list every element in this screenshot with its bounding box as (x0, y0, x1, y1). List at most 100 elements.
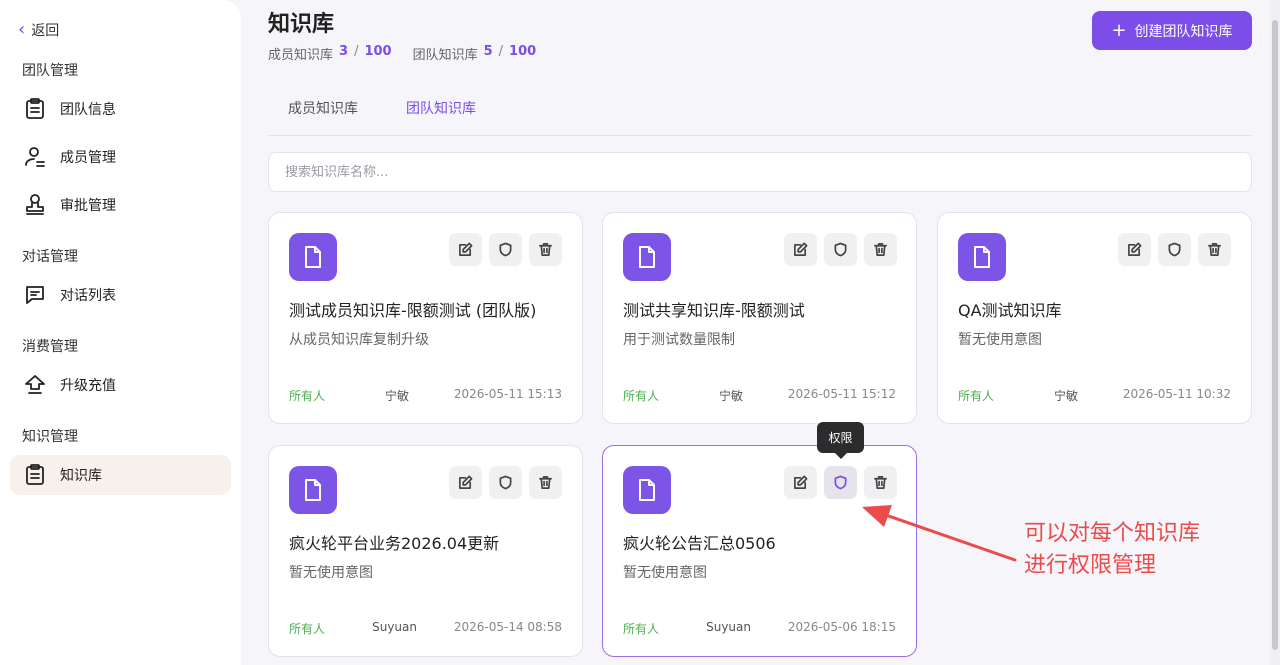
sidebar-item-chat-list[interactable]: 对话列表 (10, 275, 231, 315)
group-title-billing: 消费管理 (22, 339, 78, 355)
user-icon (22, 144, 48, 170)
tab-bar: 成员知识库 团队知识库 (268, 90, 1252, 136)
back-label: 返回 (31, 23, 60, 39)
group-title-team: 团队管理 (22, 63, 78, 79)
trash-icon (539, 476, 552, 489)
annotation-line-2: 进行权限管理 (1024, 553, 1157, 578)
document-icon (289, 233, 337, 281)
sidebar-item-label: 审批管理 (60, 198, 116, 214)
kb-description: 用于测试数量限制 (623, 332, 735, 348)
kb-creator: Suyuan (372, 620, 417, 634)
member-quota: 成员知识库 3 / 100 (268, 44, 395, 63)
edit-icon (459, 475, 473, 489)
kb-description: 从成员知识库复制升级 (289, 332, 429, 348)
annotation-text: 可以对每个知识库 进行权限管理 (1024, 518, 1200, 582)
kb-date: 2026-05-11 10:32 (1122, 387, 1231, 401)
sidebar-item-knowledge-base[interactable]: 知识库 (10, 455, 231, 495)
kb-creator: 宁敏 (1053, 389, 1078, 403)
permission-button[interactable] (489, 466, 522, 499)
permission-button[interactable] (824, 233, 857, 266)
document-icon (623, 466, 671, 514)
shield-icon (834, 475, 847, 490)
edit-button[interactable] (1118, 233, 1151, 266)
kb-description: 暂无使用意图 (958, 332, 1042, 348)
create-team-kb-button[interactable]: + 创建团队知识库 (1092, 11, 1252, 50)
kb-title: QA测试知识库 (958, 301, 1062, 320)
kb-creator: 宁敏 (718, 389, 743, 403)
sidebar-item-label: 知识库 (60, 468, 102, 484)
kb-card[interactable]: 疯火轮平台业务2026.04更新 暂无使用意图 所有人 Suyuan 2026-… (268, 445, 583, 657)
annotation-arrow-icon (862, 505, 1017, 562)
kb-date: 2026-05-06 18:15 (787, 620, 896, 634)
delete-button[interactable] (529, 233, 562, 266)
clipboard-icon (22, 96, 48, 122)
team-total: 100 (509, 44, 537, 59)
kb-date: 2026-05-11 15:12 (787, 387, 896, 401)
trash-icon (1208, 243, 1221, 256)
group-title-chat: 对话管理 (22, 249, 78, 265)
back-button[interactable]: ‹ 返回 (18, 20, 59, 40)
sidebar-item-label: 成员管理 (60, 150, 116, 166)
sidebar-item-team-info[interactable]: 团队信息 (10, 89, 231, 129)
scrollbar-thumb[interactable] (1272, 20, 1278, 650)
kb-date: 2026-05-11 15:13 (453, 387, 562, 401)
sidebar-item-label: 团队信息 (60, 102, 116, 118)
annotation-line-1: 可以对每个知识库 (1024, 521, 1201, 546)
plus-icon: + (1111, 19, 1127, 41)
kb-card[interactable]: QA测试知识库 暂无使用意图 所有人 宁敏 2026-05-11 10:32 (937, 212, 1252, 424)
kb-creator: 宁敏 (384, 389, 409, 403)
kb-description: 暂无使用意图 (623, 565, 707, 581)
quota-summary: 成员知识库 3 / 100 团队知识库 5 / 100 (268, 44, 557, 63)
sidebar-item-members[interactable]: 成员管理 (10, 137, 231, 177)
edit-icon (794, 242, 808, 256)
shield-icon (499, 475, 512, 490)
kb-title: 测试共享知识库-限额测试 (623, 301, 805, 320)
sidebar-item-label: 对话列表 (60, 288, 116, 304)
tab-member-kb[interactable]: 成员知识库 (288, 98, 358, 118)
upgrade-icon (22, 372, 48, 398)
member-quota-label: 成员知识库 (268, 48, 334, 63)
search-input[interactable] (268, 152, 1252, 192)
edit-button[interactable] (784, 233, 817, 266)
trash-icon (874, 476, 887, 489)
sidebar-item-approval[interactable]: 审批管理 (10, 185, 231, 225)
create-button-label: 创建团队知识库 (1134, 23, 1233, 40)
kb-creator: Suyuan (706, 620, 751, 634)
kb-date: 2026-05-14 08:58 (453, 620, 562, 634)
sidebar-item-upgrade[interactable]: 升级充值 (10, 365, 231, 405)
kb-title: 疯火轮公告汇总0506 (623, 534, 776, 553)
kb-card[interactable]: 测试成员知识库-限额测试 (团队版) 从成员知识库复制升级 所有人 宁敏 202… (268, 212, 583, 424)
member-total: 100 (364, 44, 392, 59)
kb-description: 暂无使用意图 (289, 565, 373, 581)
group-title-knowledge: 知识管理 (22, 429, 78, 445)
edit-icon (794, 475, 808, 489)
kb-card[interactable]: 测试共享知识库-限额测试 用于测试数量限制 所有人 宁敏 2026-05-11 … (602, 212, 917, 424)
document-icon (623, 233, 671, 281)
edit-button[interactable] (784, 466, 817, 499)
edit-button[interactable] (449, 466, 482, 499)
shield-icon (834, 242, 847, 257)
tab-team-kb[interactable]: 团队知识库 (406, 98, 476, 118)
delete-button[interactable] (1198, 233, 1231, 266)
team-used: 5 (483, 44, 493, 59)
permission-tooltip: 权限 (817, 422, 864, 459)
stamp-icon (22, 192, 48, 218)
clipboard-icon (22, 462, 48, 488)
shield-icon (1168, 242, 1181, 257)
delete-button[interactable] (864, 233, 897, 266)
permission-button[interactable] (1158, 233, 1191, 266)
shield-icon (499, 242, 512, 257)
permission-button[interactable] (489, 233, 522, 266)
edit-button[interactable] (449, 233, 482, 266)
quota-separator: / (354, 44, 359, 59)
document-icon (289, 466, 337, 514)
chevron-left-icon: ‹ (18, 19, 26, 40)
sidebar: ‹ 返回 团队管理 团队信息 成员管理 审批管理 对话管理 对话列表 消费管理 … (0, 0, 241, 665)
sidebar-item-label: 升级充值 (60, 378, 116, 394)
edit-icon (1128, 242, 1142, 256)
team-quota-label: 团队知识库 (412, 48, 478, 63)
trash-icon (539, 243, 552, 256)
chat-icon (22, 282, 48, 308)
delete-button[interactable] (529, 466, 562, 499)
member-used: 3 (339, 44, 349, 59)
